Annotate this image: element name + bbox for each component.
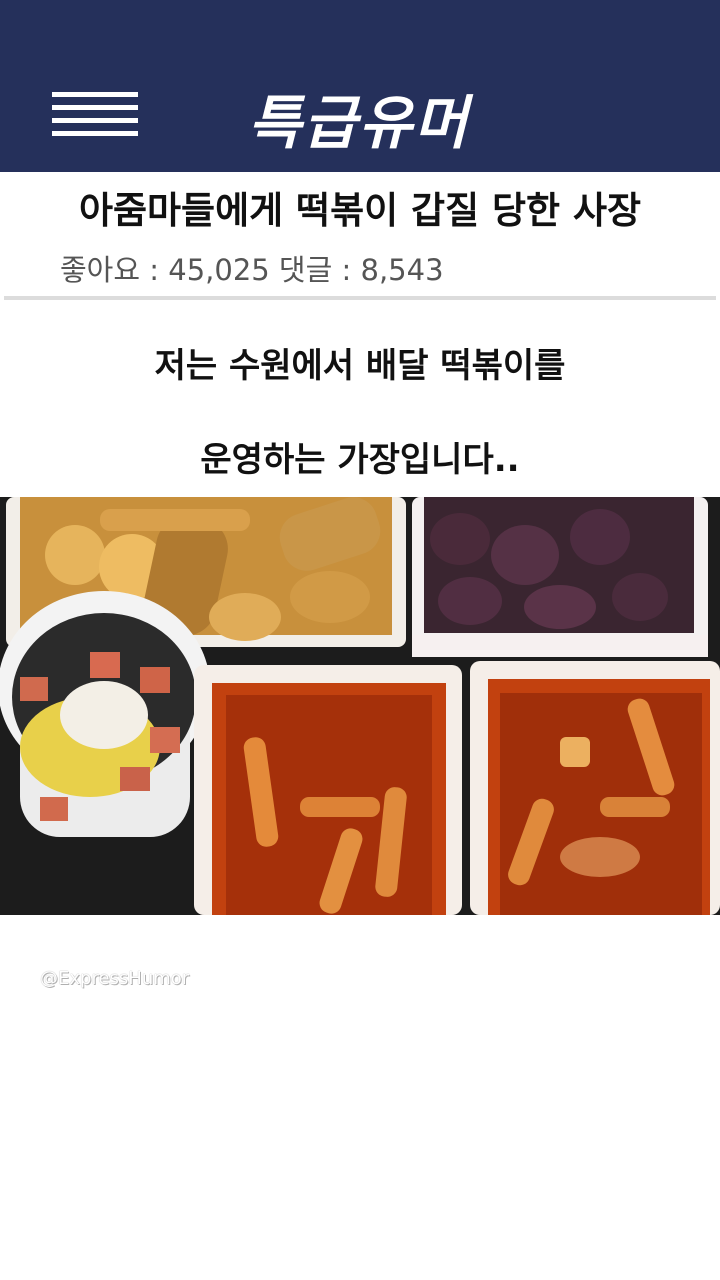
post-stats: 좋아요 : 45,025 댓글 : 8,543 — [60, 253, 444, 287]
food-photo — [0, 497, 720, 915]
post-body-line-2: 운영하는 가장입니다.. — [200, 440, 520, 480]
brand-title: 특급유머 — [248, 89, 470, 157]
post-title: 아줌마들에게 떡볶이 갑질 당한 사장 — [78, 189, 642, 232]
divider — [4, 296, 716, 300]
post-body-line-1: 저는 수원에서 배달 떡볶이를 — [154, 346, 566, 386]
watermark: @ExpressHumor — [40, 968, 190, 989]
hamburger-menu-icon[interactable] — [52, 92, 138, 140]
app-header: 특급유머 — [0, 0, 720, 172]
